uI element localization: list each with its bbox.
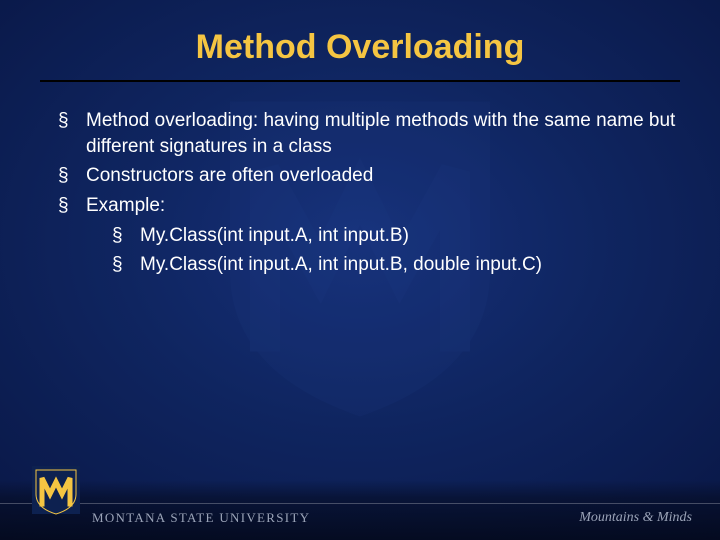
bullet-item: Example: My.Class(int input.A, int input… (58, 193, 680, 278)
sub-bullet-item: My.Class(int input.A, int input.B) (112, 223, 680, 249)
tagline-ampersand: & (643, 510, 654, 525)
footer: MONTANA STATE UNIVERSITY Mountains & Min… (0, 480, 720, 540)
tagline-left: Mountains (579, 510, 642, 525)
bullet-item: Method overloading: having multiple meth… (58, 108, 680, 159)
bullet-text: Method overloading: having multiple meth… (86, 110, 675, 157)
title-underline (40, 80, 680, 82)
tagline-right: Minds (654, 510, 693, 525)
footer-rule (0, 503, 720, 504)
sub-bullet-item: My.Class(int input.A, int input.B, doubl… (112, 252, 680, 278)
footer-tagline: Mountains & Minds (579, 510, 692, 526)
slide-title: Method Overloading (0, 28, 720, 67)
bullet-item: Constructors are often overloaded (58, 163, 680, 189)
bullet-text: Example: (86, 195, 165, 216)
content-area: Method overloading: having multiple meth… (58, 108, 680, 282)
university-logo (30, 464, 82, 516)
sub-bullet-text: My.Class(int input.A, int input.B) (140, 225, 409, 246)
slide: Method Overloading Method overloading: h… (0, 0, 720, 540)
university-name: MONTANA STATE UNIVERSITY (92, 510, 310, 526)
bullet-text: Constructors are often overloaded (86, 165, 373, 186)
sub-bullet-text: My.Class(int input.A, int input.B, doubl… (140, 254, 542, 275)
